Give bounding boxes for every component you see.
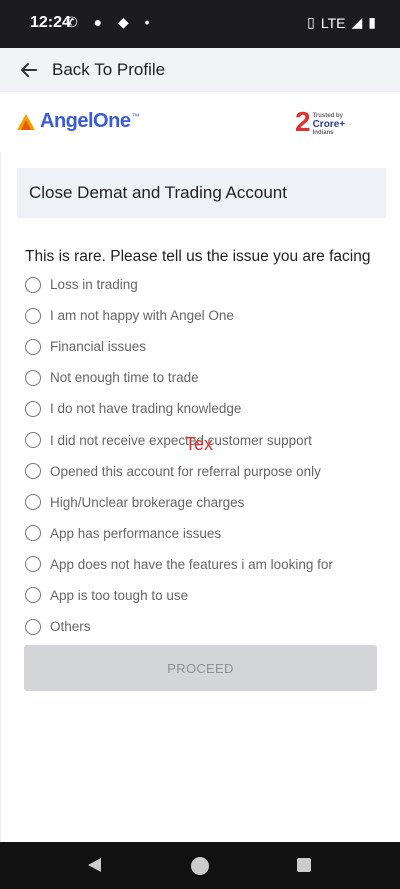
- vibrate-icon: ▯: [307, 14, 315, 30]
- status-time: 12:24: [30, 14, 71, 31]
- radio-icon[interactable]: [25, 338, 41, 355]
- reason-options: Loss in trading I am not happy with Ange…: [25, 269, 385, 642]
- reason-option[interactable]: I am not happy with Angel One: [25, 300, 385, 331]
- radio-icon[interactable]: [25, 618, 41, 635]
- badge-text-block: Trusted by Crore+ Indians: [313, 113, 346, 136]
- radio-icon[interactable]: [25, 525, 41, 542]
- reason-option[interactable]: Others: [25, 611, 385, 642]
- proceed-button[interactable]: PROCEED: [24, 645, 377, 691]
- notification-icons: ✆ ● ◆ •: [66, 14, 156, 30]
- reason-option[interactable]: App has performance issues: [25, 518, 385, 549]
- reason-option[interactable]: Not enough time to trade: [25, 362, 385, 393]
- option-label: Financial issues: [50, 339, 147, 355]
- system-nav-bar: [0, 842, 400, 889]
- reason-option[interactable]: High/Unclear brokerage charges: [25, 487, 385, 518]
- brand-bar: AngelOne ™ 2 Trusted by Crore+ Indians: [0, 100, 400, 150]
- option-label: App has performance issues: [50, 525, 222, 541]
- status-right: ▯ LTE ◢ ▮: [307, 14, 376, 31]
- radio-icon[interactable]: [25, 494, 41, 511]
- option-label: App does not have the features i am look…: [50, 556, 333, 572]
- reason-option[interactable]: Financial issues: [25, 331, 385, 362]
- crore-badge: 2 Trusted by Crore+ Indians: [295, 106, 346, 137]
- reason-option[interactable]: App does not have the features i am look…: [25, 549, 385, 580]
- radio-icon[interactable]: [25, 587, 41, 604]
- option-label: High/Unclear brokerage charges: [50, 494, 245, 510]
- reason-option[interactable]: App is too tough to use: [25, 580, 385, 611]
- section-title: Close Demat and Trading Account: [29, 183, 287, 202]
- section-header: Close Demat and Trading Account: [17, 168, 386, 218]
- badge-sub: Indians: [312, 130, 334, 136]
- logo-text: AngelOne: [40, 110, 131, 132]
- top-bar: Back To Profile: [0, 48, 400, 92]
- logo-tm: ™: [131, 112, 140, 121]
- option-label: I do not have trading knowledge: [50, 401, 242, 417]
- signal-icon: ◢: [351, 14, 363, 30]
- angelone-logo: AngelOne ™: [16, 110, 139, 133]
- option-label: Others: [50, 619, 91, 635]
- question-text: This is rare. Please tell us the issue y…: [25, 248, 371, 265]
- nav-home-icon[interactable]: [191, 857, 209, 875]
- option-label: Opened this account for referral purpose…: [50, 463, 321, 479]
- network-label: LTE: [320, 14, 346, 31]
- radio-icon[interactable]: [25, 463, 41, 480]
- nav-back-icon[interactable]: [88, 858, 101, 872]
- option-label: I am not happy with Angel One: [50, 308, 234, 324]
- battery-icon: ▮: [368, 14, 376, 30]
- back-to-profile-link[interactable]: Back To Profile: [52, 60, 165, 80]
- option-label: Loss in trading: [50, 277, 138, 293]
- reason-option[interactable]: Opened this account for referral purpose…: [25, 456, 385, 487]
- badge-text: Crore+: [312, 119, 346, 130]
- radio-icon[interactable]: [25, 307, 41, 324]
- main-content: Close Demat and Trading Account This is …: [0, 152, 400, 842]
- arrow-back-icon[interactable]: [20, 61, 38, 79]
- radio-icon[interactable]: [25, 400, 41, 417]
- badge-number: 2: [295, 106, 311, 137]
- radio-icon[interactable]: [25, 432, 41, 449]
- option-label: I did not receive expected customer supp…: [50, 432, 312, 448]
- angelone-mark-icon: [17, 113, 35, 130]
- radio-icon[interactable]: [25, 276, 41, 293]
- radio-icon[interactable]: [25, 369, 41, 386]
- status-bar: 12:24 ✆ ● ◆ • ▯ LTE ◢ ▮: [0, 0, 400, 48]
- option-label: App is too tough to use: [50, 587, 189, 603]
- reason-option[interactable]: I do not have trading knowledge: [25, 393, 385, 424]
- overlay-text: Tex: [185, 434, 214, 454]
- option-label: Not enough time to trade: [50, 370, 199, 386]
- nav-recents-icon[interactable]: [297, 858, 311, 872]
- reason-option[interactable]: Loss in trading: [25, 269, 385, 300]
- radio-icon[interactable]: [25, 556, 41, 573]
